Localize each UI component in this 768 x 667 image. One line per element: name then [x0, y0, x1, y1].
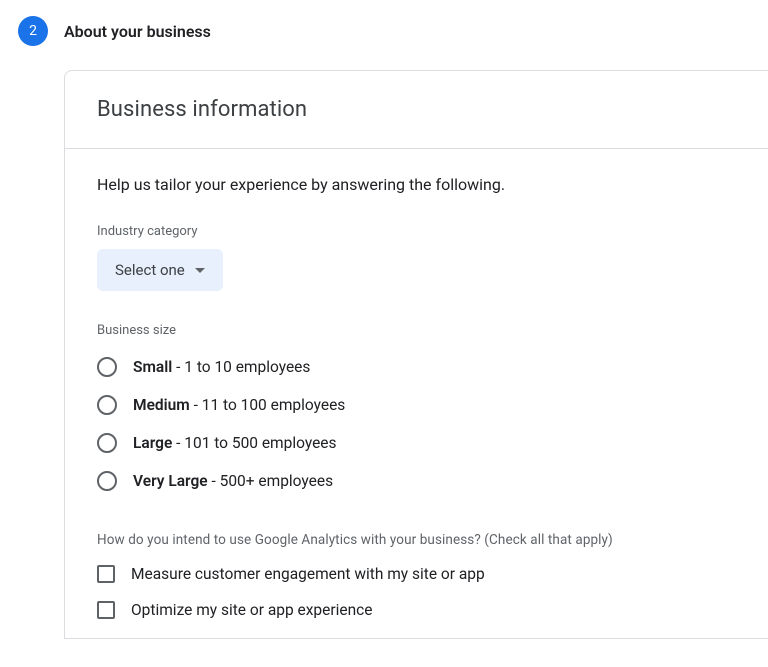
size-option-small[interactable]: Small - 1 to 10 employees: [97, 348, 736, 386]
usage-option-engagement[interactable]: Measure customer engagement with my site…: [97, 556, 736, 592]
radio-icon: [97, 471, 117, 491]
step-number-badge: 2: [18, 16, 48, 46]
business-size-group: Small - 1 to 10 employees Medium - 11 to…: [97, 348, 736, 500]
intro-text: Help us tailor your experience by answer…: [97, 175, 736, 194]
size-option-label: Medium - 11 to 100 employees: [133, 396, 345, 414]
business-size-label: Business size: [97, 323, 736, 338]
business-info-card: Business information Help us tailor your…: [64, 70, 768, 639]
usage-group: Measure customer engagement with my site…: [97, 556, 736, 628]
card-title: Business information: [97, 97, 736, 122]
industry-label: Industry category: [97, 224, 736, 239]
size-option-very-large[interactable]: Very Large - 500+ employees: [97, 462, 736, 500]
usage-option-label: Optimize my site or app experience: [131, 601, 372, 619]
step-header: 2 About your business: [0, 0, 768, 70]
card-body: Help us tailor your experience by answer…: [65, 149, 768, 638]
industry-selected: Select one: [115, 261, 185, 279]
chevron-down-icon: [195, 268, 205, 273]
usage-label: How do you intend to use Google Analytic…: [97, 532, 736, 548]
size-option-label: Very Large - 500+ employees: [133, 472, 333, 490]
usage-option-label: Measure customer engagement with my site…: [131, 565, 485, 583]
page-root: 2 About your business Business informati…: [0, 0, 768, 639]
checkbox-icon: [97, 601, 115, 619]
radio-icon: [97, 357, 117, 377]
size-option-medium[interactable]: Medium - 11 to 100 employees: [97, 386, 736, 424]
size-option-large[interactable]: Large - 101 to 500 employees: [97, 424, 736, 462]
checkbox-icon: [97, 565, 115, 583]
step-title: About your business: [64, 22, 211, 41]
size-option-label: Large - 101 to 500 employees: [133, 434, 337, 452]
usage-option-optimize[interactable]: Optimize my site or app experience: [97, 592, 736, 628]
industry-dropdown[interactable]: Select one: [97, 249, 223, 291]
card-header: Business information: [65, 71, 768, 149]
radio-icon: [97, 433, 117, 453]
radio-icon: [97, 395, 117, 415]
size-option-label: Small - 1 to 10 employees: [133, 358, 310, 376]
